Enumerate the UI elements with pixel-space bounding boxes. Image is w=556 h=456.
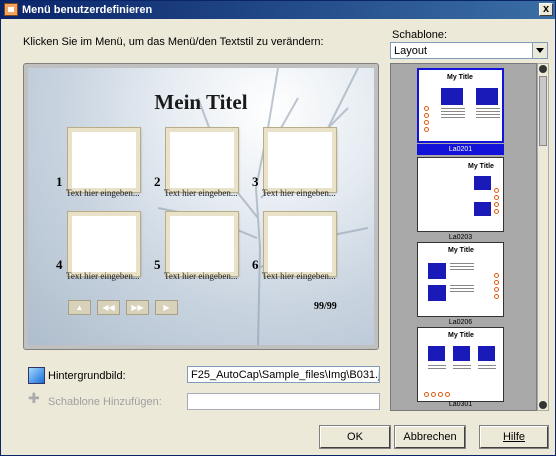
menu-item-number-1: 1 [56,174,63,189]
page-count: 99/99 [314,301,337,312]
first-icon[interactable]: ◀◀ [97,300,120,315]
thumbnail-la0203[interactable]: My Title [417,157,504,232]
cancel-button[interactable]: Abbrechen [394,425,466,449]
schablone-select[interactable]: Layout [390,42,548,59]
thumbnail-title: My Title [448,247,474,254]
thumbnail-scrollbar[interactable] [537,63,549,411]
background-image-label: Hintergrundbild: [48,370,126,382]
menu-item-frame-5[interactable] [165,211,239,277]
menu-item-caption-4[interactable]: Text hier eingeben... [66,271,140,281]
close-button[interactable]: x [539,3,553,16]
add-template-icon: ✚ [28,390,40,406]
thumbnail-title: My Title [448,332,474,339]
window-title: Menü benutzerdefinieren [22,4,153,16]
next-icon[interactable]: ▶ [155,300,178,315]
background-image-path-field[interactable]: F25_AutoCap\Sample_files\Img\B031.jpg [187,366,380,383]
menu-preview[interactable]: Mein Titel 1 Text hier eingeben... 2 Tex… [28,68,374,345]
scroll-up-icon[interactable] [539,65,547,73]
preview-frame: Mein Titel 1 Text hier eingeben... 2 Tex… [23,63,379,350]
thumbnail-label-la0201[interactable]: La0201 [417,144,504,155]
schablone-label: Schablone: [392,29,448,41]
dialog-window: Menü benutzerdefinieren x Klicken Sie im… [0,0,556,456]
menu-item-frame-6[interactable] [263,211,337,277]
template-thumbnail-list[interactable]: My Title La0201 My Title La0203 My Title… [390,63,537,411]
add-template-field[interactable] [187,393,380,410]
menu-item-caption-1[interactable]: Text hier eingeben... [66,188,140,198]
scrollbar-thumb[interactable] [539,76,547,146]
thumbnail-title: My Title [468,163,494,170]
menu-item-caption-6[interactable]: Text hier eingeben... [262,271,336,281]
ok-button[interactable]: OK [319,425,391,449]
background-image-button[interactable] [28,367,45,384]
menu-item-caption-5[interactable]: Text hier eingeben... [164,271,238,281]
menu-item-number-2: 2 [154,174,161,189]
thumbnail-title: My Title [447,74,473,81]
thumbnail-label-la0301[interactable]: La0301 [417,399,504,410]
menu-item-caption-2[interactable]: Text hier eingeben... [164,188,238,198]
menu-item-number-3: 3 [252,174,259,189]
last-icon[interactable]: ▶▶ [126,300,149,315]
menu-item-number-4: 4 [56,257,63,272]
scroll-down-icon[interactable] [539,401,547,409]
menu-item-number-5: 5 [154,257,161,272]
menu-item-frame-4[interactable] [67,211,141,277]
instruction-text: Klicken Sie im Menü, um das Menü/den Tex… [23,36,324,48]
menu-item-number-6: 6 [252,257,259,272]
menu-item-frame-3[interactable] [263,127,337,193]
thumbnail-la0301[interactable]: My Title [417,327,504,402]
help-button[interactable]: Hilfe [479,425,549,449]
preview-title[interactable]: Mein Titel [28,90,374,115]
menu-item-caption-3[interactable]: Text hier eingeben... [262,188,336,198]
menu-item-frame-2[interactable] [165,127,239,193]
thumbnail-la0201[interactable]: My Title [417,68,504,143]
schablone-selected-value: Layout [394,45,428,57]
title-bar: Menü benutzerdefinieren x [1,1,555,19]
home-icon[interactable]: ▲ [68,300,91,315]
add-template-label: Schablone Hinzufügen: [48,396,162,408]
thumbnail-la0206[interactable]: My Title [417,242,504,317]
chevron-down-icon[interactable] [532,43,547,58]
menu-item-frame-1[interactable] [67,127,141,193]
app-icon [4,3,18,16]
